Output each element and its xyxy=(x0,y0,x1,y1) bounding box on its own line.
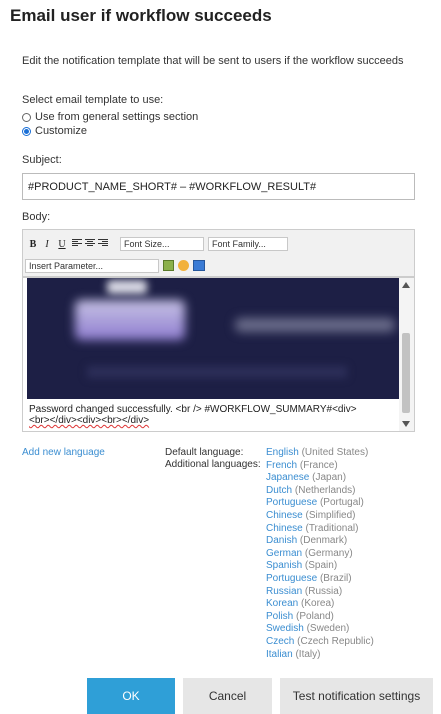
radio-button-selected[interactable] xyxy=(22,126,31,136)
language-item[interactable]: Portuguese (Brazil) xyxy=(266,573,374,586)
language-item[interactable]: Portuguese (Portugal) xyxy=(266,497,374,510)
insert-emoticon-icon[interactable] xyxy=(178,260,189,271)
cancel-button[interactable]: Cancel xyxy=(183,678,272,714)
editor-line-1: Password changed successfully. <br /> #W… xyxy=(29,404,357,415)
bold-button[interactable]: B xyxy=(27,238,39,250)
editor-content[interactable]: Password changed successfully. <br /> #W… xyxy=(29,404,395,426)
default-language-label: Default language: xyxy=(165,447,244,458)
subject-label: Subject: xyxy=(22,154,62,166)
ok-button[interactable]: OK xyxy=(87,678,175,714)
font-family-select[interactable]: Font Family... xyxy=(208,237,288,251)
language-item[interactable]: Danish (Denmark) xyxy=(266,535,374,548)
language-item[interactable]: Czech (Czech Republic) xyxy=(266,636,374,649)
banner-image xyxy=(27,278,399,399)
scroll-thumb[interactable] xyxy=(402,333,410,413)
insert-image-icon[interactable] xyxy=(163,260,174,271)
language-item[interactable]: Chinese (Simplified) xyxy=(266,510,374,523)
add-new-language-link[interactable]: Add new language xyxy=(22,447,105,458)
align-right-icon[interactable] xyxy=(98,239,108,248)
underline-button[interactable]: U xyxy=(56,238,68,250)
editor-toolbar: B I U Font Size... Font Family... Insert… xyxy=(22,229,415,277)
font-size-select[interactable]: Font Size... xyxy=(120,237,204,251)
scroll-up-icon[interactable] xyxy=(402,282,410,288)
language-item[interactable]: Russian (Russia) xyxy=(266,586,374,599)
radio-label: Use from general settings section xyxy=(35,111,199,123)
subject-input[interactable]: #PRODUCT_NAME_SHORT# – #WORKFLOW_RESULT# xyxy=(22,173,415,200)
language-item[interactable]: Polish (Poland) xyxy=(266,611,374,624)
radio-label: Customize xyxy=(35,125,87,137)
radio-use-general-settings[interactable]: Use from general settings section xyxy=(22,111,198,123)
align-center-icon[interactable] xyxy=(85,239,95,248)
language-item[interactable]: Italian (Italy) xyxy=(266,649,374,662)
body-label: Body: xyxy=(22,211,51,223)
dialog-title: Email user if workflow succeeds xyxy=(10,6,272,25)
scroll-down-icon[interactable] xyxy=(402,421,410,427)
editor-scrollbar[interactable] xyxy=(399,278,414,431)
test-notification-settings-button[interactable]: Test notification settings xyxy=(280,678,433,714)
language-item[interactable]: German (Germany) xyxy=(266,548,374,561)
radio-customize[interactable]: Customize xyxy=(22,125,87,137)
editor-line-2: <br></div><div><br></div> xyxy=(29,415,150,426)
template-label: Select email template to use: xyxy=(22,94,164,106)
radio-button[interactable] xyxy=(22,112,31,122)
language-item[interactable]: Spanish (Spain) xyxy=(266,560,374,573)
language-item[interactable]: Dutch (Netherlands) xyxy=(266,485,374,498)
insert-parameter-select[interactable]: Insert Parameter... xyxy=(25,259,159,273)
language-item[interactable]: English (United States) xyxy=(266,447,374,460)
insert-media-icon[interactable] xyxy=(193,260,205,271)
italic-button[interactable]: I xyxy=(41,238,53,250)
language-item[interactable]: Japanese (Japan) xyxy=(266,472,374,485)
language-item[interactable]: Korean (Korea) xyxy=(266,598,374,611)
language-item[interactable]: French (France) xyxy=(266,460,374,473)
language-item[interactable]: Chinese (Traditional) xyxy=(266,523,374,536)
body-editor[interactable]: Password changed successfully. <br /> #W… xyxy=(22,277,415,432)
additional-languages-label: Additional languages: xyxy=(165,459,261,470)
align-left-icon[interactable] xyxy=(72,239,82,248)
language-item[interactable]: Swedish (Sweden) xyxy=(266,623,374,636)
language-list: English (United States) French (France) … xyxy=(266,447,374,661)
dialog-description: Edit the notification template that will… xyxy=(22,55,404,67)
